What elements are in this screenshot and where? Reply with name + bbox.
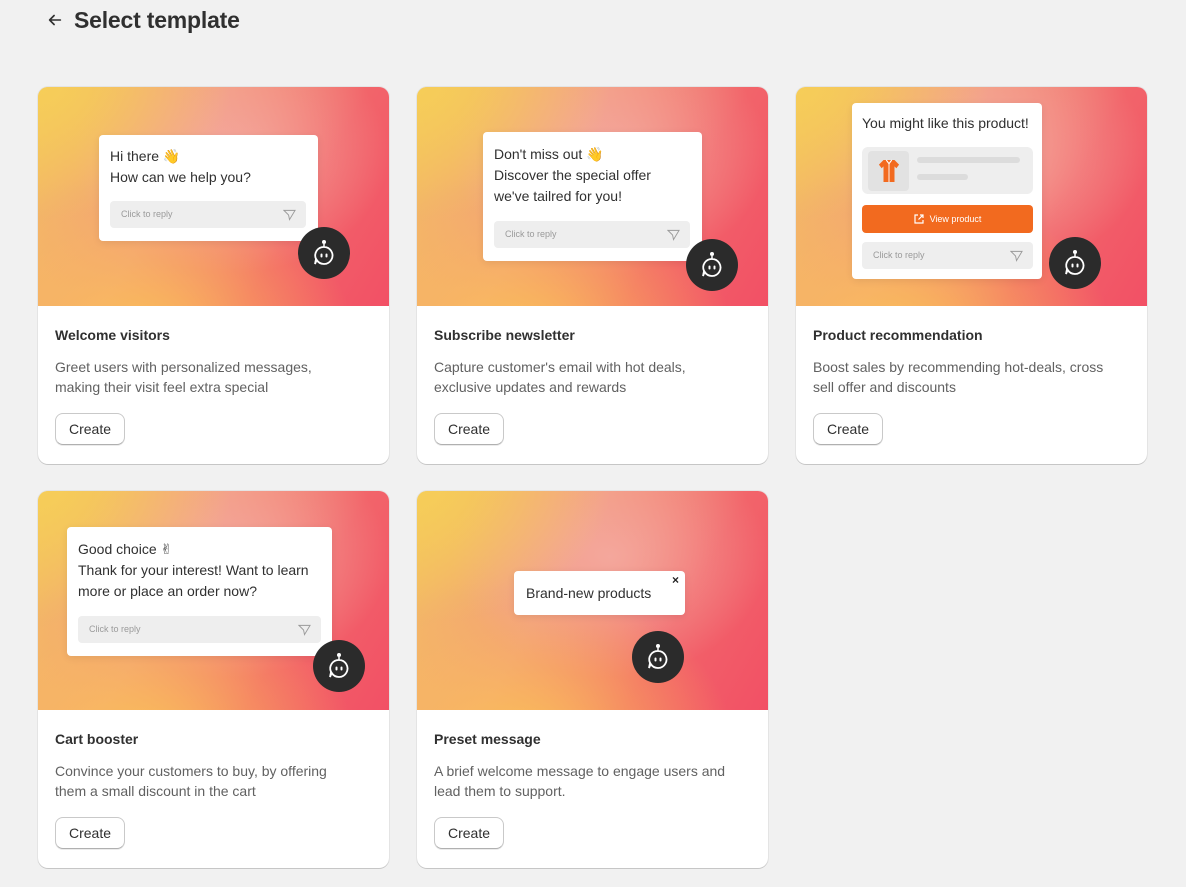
card-body: Cart booster Convince your customers to … — [55, 710, 372, 868]
external-link-icon — [913, 214, 924, 224]
card-body: Welcome visitors Greet users with person… — [55, 306, 372, 464]
reply-placeholder: Click to reply — [873, 250, 925, 260]
create-button[interactable]: Create — [813, 413, 884, 445]
template-card-preset-message: Brand-new products × Preset message A br… — [417, 491, 768, 868]
reply-placeholder: Click to reply — [89, 624, 141, 634]
template-preview: Brand-new products × — [417, 491, 768, 710]
page-title: Select template — [74, 6, 240, 33]
reply-field: Click to reply — [110, 201, 306, 228]
create-button[interactable]: Create — [55, 817, 126, 849]
back-button[interactable] — [44, 9, 66, 31]
shirt-icon — [868, 151, 909, 191]
chatbot-avatar-icon — [298, 227, 350, 279]
preview-message: Hi there 👋 How can we help you? — [110, 148, 251, 185]
chatbot-avatar-icon — [1049, 237, 1101, 289]
preview-message: You might like this product! — [862, 115, 1029, 131]
view-product-label: View product — [929, 214, 982, 224]
card-title: Subscribe newsletter — [434, 327, 575, 343]
template-preview: You might like this product! View produc… — [796, 87, 1147, 306]
card-title: Product recommendation — [813, 327, 983, 343]
placeholder-line — [917, 174, 968, 180]
close-icon: × — [671, 573, 679, 587]
chat-bubble: Hi there 👋 How can we help you? Click to… — [99, 135, 318, 241]
chat-bubble: Good choice ✌ Thank for your interest! W… — [67, 527, 332, 656]
page-header: Select template — [44, 6, 240, 34]
send-icon — [1010, 250, 1023, 262]
create-button[interactable]: Create — [434, 413, 505, 445]
chatbot-avatar-icon — [686, 239, 738, 291]
reply-placeholder: Click to reply — [121, 209, 173, 219]
chat-bubble: Don't miss out 👋 Discover the special of… — [483, 132, 702, 261]
template-preview: Don't miss out 👋 Discover the special of… — [417, 87, 768, 306]
reply-field: Click to reply — [78, 616, 321, 643]
template-card-welcome-visitors: Hi there 👋 How can we help you? Click to… — [38, 87, 389, 464]
card-title: Cart booster — [55, 731, 139, 747]
chat-bubble: Brand-new products × — [514, 571, 685, 615]
reply-field: Click to reply — [494, 221, 690, 248]
card-description: A brief welcome message to engage users … — [434, 763, 726, 799]
card-description: Convince your customers to buy, by offer… — [55, 763, 327, 799]
view-product-button: View product — [862, 205, 1033, 233]
placeholder-line — [917, 157, 1020, 163]
template-card-cart-booster: Good choice ✌ Thank for your interest! W… — [38, 491, 389, 868]
arrow-left-icon — [48, 14, 62, 26]
reply-placeholder: Click to reply — [505, 229, 557, 239]
card-title: Welcome visitors — [55, 327, 170, 343]
template-card-product-recommendation: You might like this product! View produc… — [796, 87, 1147, 464]
card-body: Product recommendation Boost sales by re… — [813, 306, 1130, 464]
send-icon — [298, 624, 311, 636]
card-description: Boost sales by recommending hot-deals, c… — [813, 359, 1104, 395]
send-icon — [283, 209, 296, 221]
card-body: Preset message A brief welcome message t… — [434, 710, 751, 868]
product-card — [862, 147, 1033, 194]
template-preview: Hi there 👋 How can we help you? Click to… — [38, 87, 389, 306]
chatbot-avatar-icon — [632, 631, 684, 683]
preview-message: Don't miss out 👋 Discover the special of… — [494, 146, 651, 204]
preview-message: Brand-new products — [526, 585, 652, 601]
chatbot-avatar-icon — [313, 640, 365, 692]
template-card-subscribe-newsletter: Don't miss out 👋 Discover the special of… — [417, 87, 768, 464]
send-icon — [667, 229, 680, 241]
card-description: Greet users with personalized messages, … — [55, 359, 312, 395]
template-preview: Good choice ✌ Thank for your interest! W… — [38, 491, 389, 710]
create-button[interactable]: Create — [55, 413, 126, 445]
create-button[interactable]: Create — [434, 817, 505, 849]
preview-message: Good choice ✌ Thank for your interest! W… — [78, 541, 309, 599]
card-title: Preset message — [434, 731, 541, 747]
chat-bubble: You might like this product! View produc… — [852, 103, 1042, 279]
card-body: Subscribe newsletter Capture customer's … — [434, 306, 751, 464]
reply-field: Click to reply — [862, 242, 1033, 269]
card-description: Capture customer's email with hot deals,… — [434, 359, 686, 395]
